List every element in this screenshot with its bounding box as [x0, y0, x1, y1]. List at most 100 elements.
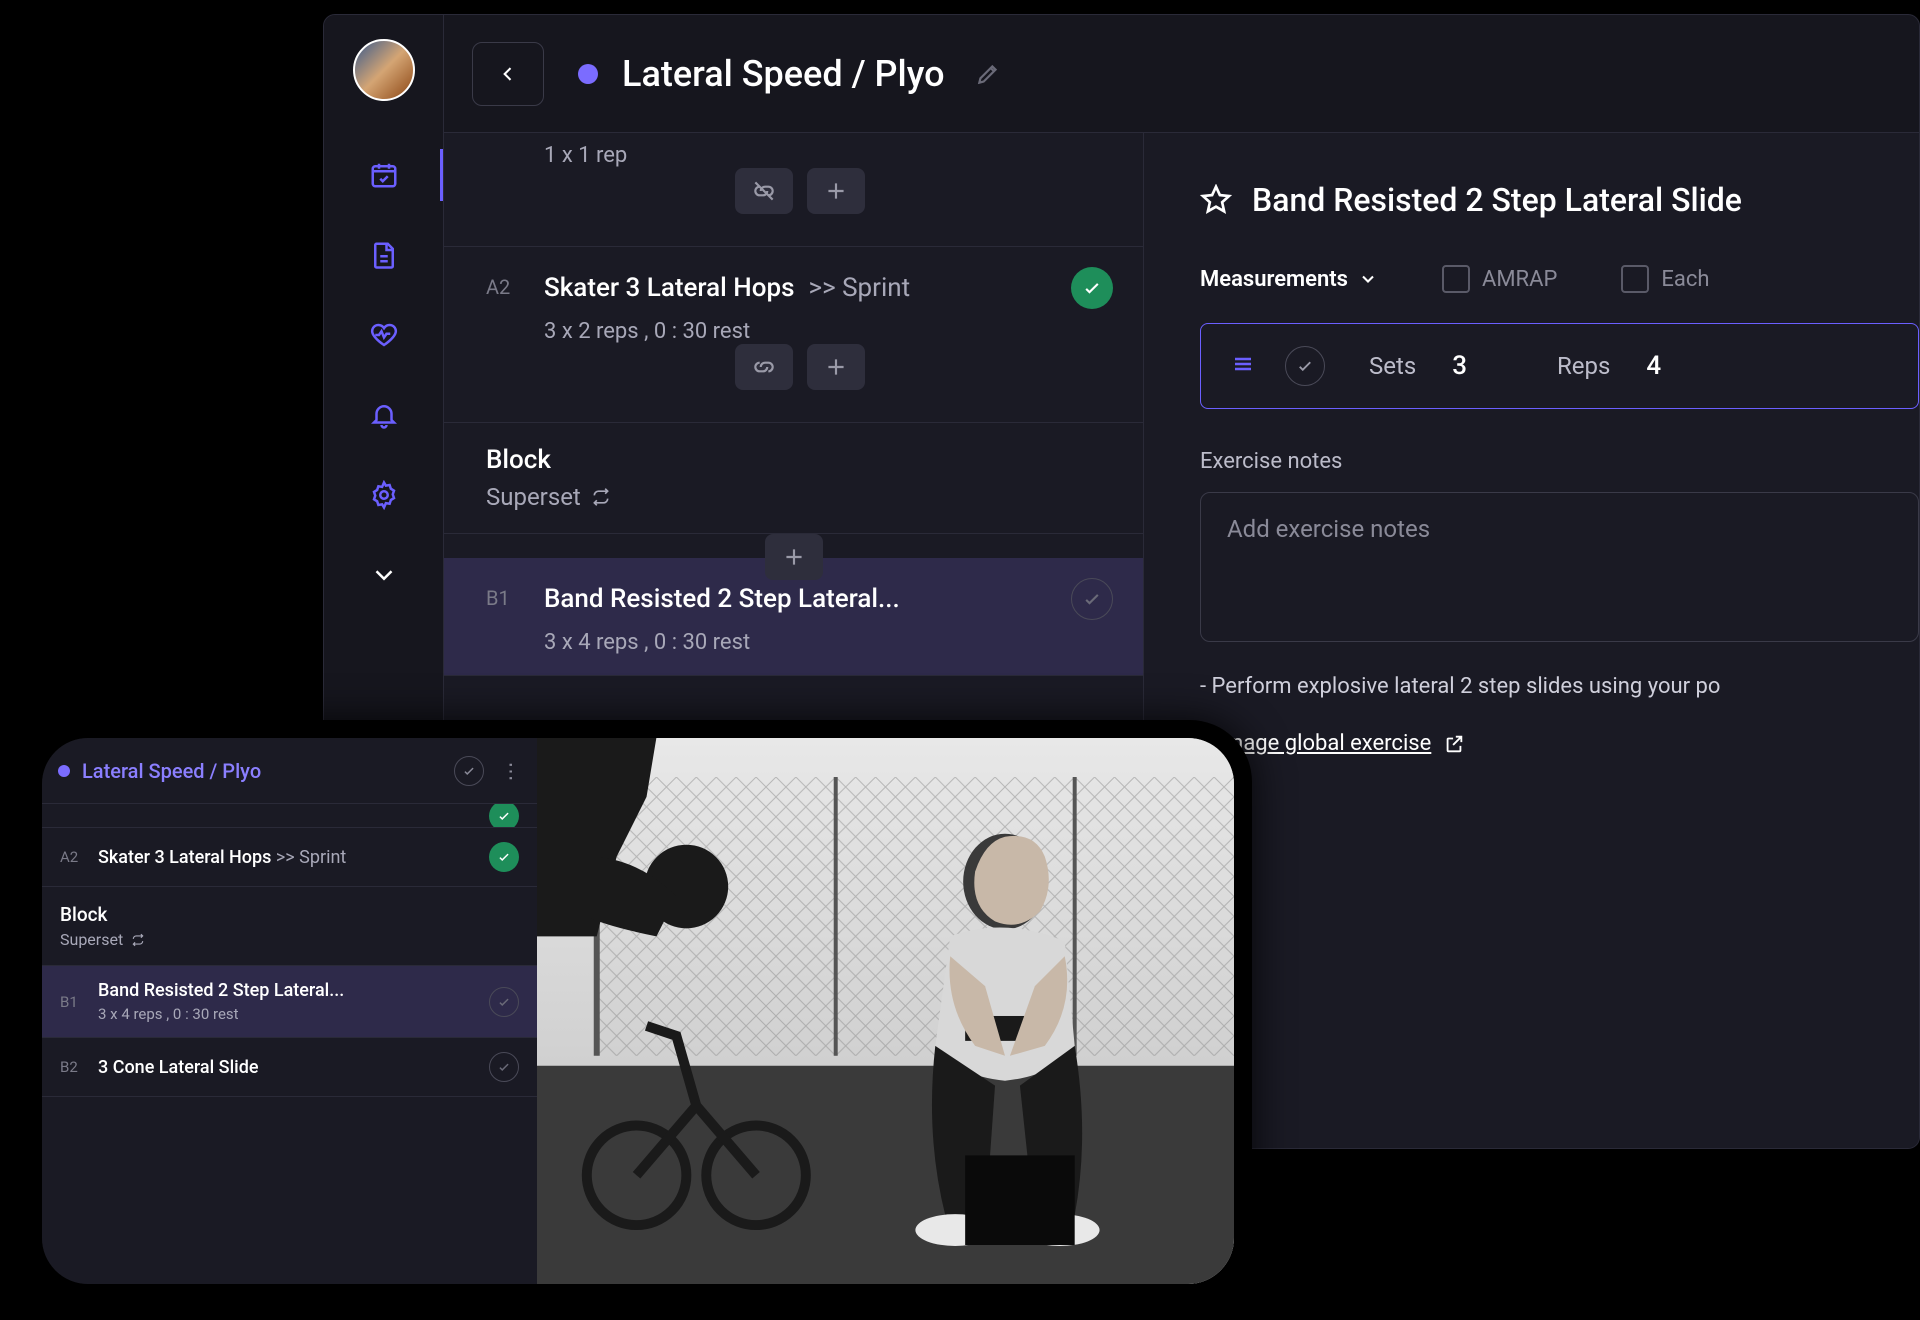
menu-icon	[1231, 352, 1255, 376]
mobile-title: Lateral Speed / Plyo	[82, 759, 442, 783]
each-checkbox[interactable]	[1621, 265, 1649, 293]
exercise-tag: B1	[486, 586, 510, 610]
check-icon	[1082, 589, 1102, 609]
repeat-icon	[591, 487, 611, 507]
exercise-name: Skater 3 Lateral Hops	[544, 273, 794, 303]
exercise-suffix: >> Sprint	[808, 273, 910, 303]
avatar[interactable]	[353, 39, 415, 101]
manage-global-exercise-link[interactable]: Manage global exercise	[1200, 731, 1919, 756]
mobile-exercise-row[interactable]: B2 3 Cone Lateral Slide	[42, 1038, 537, 1097]
edit-icon[interactable]	[975, 61, 1001, 87]
mobile-exercise-row[interactable]: A2 Skater 3 Lateral Hops >> Sprint	[42, 828, 537, 887]
amrap-label: AMRAP	[1482, 267, 1557, 292]
mobile-screen: Lateral Speed / Plyo ⋯ A2 Skater 3 Later…	[42, 738, 1234, 1284]
bell-icon	[369, 400, 399, 430]
exercise-meta: 3 x 4 reps , 0 : 30 rest	[98, 1005, 475, 1023]
chevron-down-icon	[369, 560, 399, 590]
external-link-icon	[1443, 733, 1465, 755]
row-toolbar	[486, 344, 1113, 402]
calendar-check-icon	[369, 160, 399, 190]
row-toolbar	[486, 168, 1113, 226]
amrap-checkbox[interactable]	[1442, 265, 1470, 293]
status-dot	[58, 765, 70, 777]
block-sublabel: Superset	[486, 483, 581, 511]
back-button[interactable]	[472, 42, 544, 106]
add-button[interactable]	[807, 168, 865, 214]
check-icon	[1082, 278, 1102, 298]
page-title: Lateral Speed / Plyo	[622, 53, 945, 95]
exercise-tag: A2	[60, 848, 84, 866]
mobile-block-header[interactable]: Block Superset	[42, 887, 537, 966]
block-sublabel: Superset	[60, 930, 123, 949]
add-button[interactable]	[765, 534, 823, 580]
sets-label: Sets	[1369, 352, 1416, 380]
exercise-row-partial[interactable]: 1 x 1 rep	[444, 143, 1143, 247]
check-icon	[497, 809, 511, 823]
link-button[interactable]	[735, 344, 793, 390]
mobile-exercise-list: Lateral Speed / Plyo ⋯ A2 Skater 3 Later…	[42, 738, 537, 1284]
exercise-name: 3 Cone Lateral Slide	[98, 1057, 475, 1078]
exercise-tag: A2	[486, 275, 510, 299]
sidebar-item-health[interactable]	[324, 299, 443, 371]
sidebar-item-calendar[interactable]	[324, 139, 443, 211]
plus-icon	[823, 178, 849, 204]
status-badge-pending[interactable]	[1071, 578, 1113, 620]
exercise-row[interactable]: A2 Skater 3 Lateral Hops >> Sprint 3 x 2…	[444, 247, 1143, 423]
detail-panel: Band Resisted 2 Step Lateral Slide Measu…	[1144, 133, 1919, 1148]
drag-handle[interactable]	[1231, 352, 1255, 380]
mobile-video-preview[interactable]	[537, 738, 1234, 1284]
check-icon	[462, 764, 476, 778]
mobile-exercise-row-selected[interactable]: B1 Band Resisted 2 Step Lateral... 3 x 4…	[42, 966, 537, 1038]
exercise-meta: 1 x 1 rep	[544, 143, 1113, 168]
sidebar-item-expand[interactable]	[324, 539, 443, 611]
mobile-header: Lateral Speed / Plyo ⋯	[42, 738, 537, 804]
star-icon	[1200, 184, 1232, 216]
heart-pulse-icon	[369, 320, 399, 350]
notes-input[interactable]: Add exercise notes	[1200, 492, 1919, 642]
detail-title: Band Resisted 2 Step Lateral Slide	[1252, 181, 1742, 219]
exercise-tag: B1	[60, 993, 84, 1011]
status-badge-done[interactable]	[1071, 267, 1113, 309]
exercise-name: Skater 3 Lateral Hops	[98, 847, 271, 868]
unlink-button[interactable]	[735, 168, 793, 214]
status-badge-pending[interactable]	[489, 987, 519, 1017]
plus-icon	[823, 354, 849, 380]
check-icon	[1296, 357, 1314, 375]
sets-reps-bar[interactable]: Sets 3 Reps 4	[1200, 323, 1919, 409]
notes-label: Exercise notes	[1200, 449, 1919, 474]
status-badge-done	[489, 804, 519, 828]
exercise-name: Band Resisted 2 Step Lateral...	[98, 980, 475, 1001]
set-complete-toggle[interactable]	[1285, 346, 1325, 386]
add-button[interactable]	[807, 344, 865, 390]
mobile-preview: Lateral Speed / Plyo ⋯ A2 Skater 3 Later…	[24, 720, 1252, 1302]
row-toolbar	[444, 534, 1143, 580]
measurements-row: Measurements AMRAP Each	[1200, 265, 1919, 293]
mobile-row-partial[interactable]	[42, 804, 537, 828]
repeat-icon	[131, 933, 145, 947]
video-thumbnail	[537, 738, 1234, 1284]
status-badge-done[interactable]	[489, 842, 519, 872]
page-header: Lateral Speed / Plyo	[444, 15, 1919, 133]
exercise-suffix: >> Sprint	[276, 847, 346, 868]
link-icon	[751, 354, 777, 380]
status-badge-pending[interactable]	[489, 1052, 519, 1082]
exercise-name: Band Resisted 2 Step Lateral...	[544, 584, 900, 614]
sidebar-item-notifications[interactable]	[324, 379, 443, 451]
block-label: Block	[60, 903, 519, 926]
exercise-meta: 3 x 2 reps , 0 : 30 rest	[544, 319, 1113, 344]
block-header[interactable]: Block Superset	[444, 423, 1143, 534]
chevron-down-icon	[1358, 269, 1378, 289]
exercise-description: - Perform explosive lateral 2 step slide…	[1200, 674, 1919, 699]
check-icon	[497, 1060, 511, 1074]
favorite-button[interactable]	[1200, 184, 1232, 216]
sidebar-item-document[interactable]	[324, 219, 443, 291]
mobile-header-check[interactable]	[454, 756, 484, 786]
plus-icon	[781, 544, 807, 570]
sidebar-item-settings[interactable]	[324, 459, 443, 531]
check-icon	[497, 995, 511, 1009]
measurements-dropdown[interactable]: Measurements	[1200, 267, 1378, 292]
reps-value: 4	[1646, 351, 1661, 381]
gear-icon	[369, 480, 399, 510]
unlink-icon	[751, 178, 777, 204]
more-button[interactable]: ⋯	[500, 761, 524, 780]
